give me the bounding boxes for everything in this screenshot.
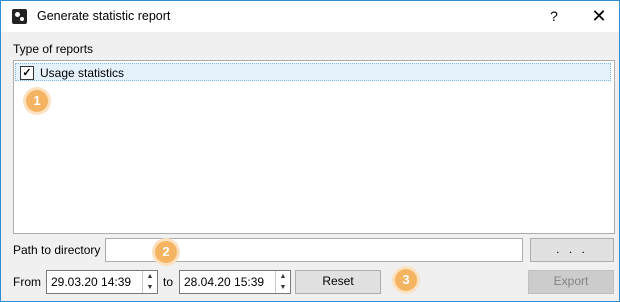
to-date-arrows: ▲ ▼ xyxy=(275,271,290,293)
to-date-up-icon[interactable]: ▲ xyxy=(276,271,290,282)
list-item-label: Usage statistics xyxy=(40,66,125,80)
to-date-value: 28.04.20 15:39 xyxy=(184,275,265,289)
from-date-up-icon[interactable]: ▲ xyxy=(143,271,157,282)
callout-badge-2: 2 xyxy=(155,241,177,263)
path-label: Path to directory xyxy=(13,243,101,257)
from-label: From xyxy=(13,275,41,289)
list-item-usage-statistics[interactable]: ✓ Usage statistics xyxy=(15,63,611,81)
to-label: to xyxy=(163,275,174,289)
from-date-arrows: ▲ ▼ xyxy=(142,271,157,293)
app-icon xyxy=(12,9,27,24)
export-button[interactable]: Export xyxy=(528,270,614,294)
callout-badge-1: 1 xyxy=(26,90,48,112)
help-button[interactable]: ? xyxy=(541,3,567,30)
close-button[interactable]: ✕ xyxy=(585,3,613,30)
report-type-label: Type of reports xyxy=(13,42,94,56)
browse-button[interactable]: . . . xyxy=(530,238,614,262)
title-bar[interactable]: Generate statistic report ? ✕ xyxy=(1,1,619,32)
dialog-window: Generate statistic report ? ✕ Type of re… xyxy=(0,0,620,302)
to-date-down-icon[interactable]: ▼ xyxy=(276,282,290,293)
from-date-spinbox[interactable]: 29.03.20 14:39 ▲ ▼ xyxy=(46,270,158,294)
usage-statistics-checkbox[interactable]: ✓ xyxy=(20,66,34,80)
reset-button[interactable]: Reset xyxy=(295,270,381,294)
from-date-value: 29.03.20 14:39 xyxy=(51,275,132,289)
to-date-spinbox[interactable]: 28.04.20 15:39 ▲ ▼ xyxy=(179,270,291,294)
callout-badge-3: 3 xyxy=(395,269,417,291)
window-title: Generate statistic report xyxy=(37,9,171,23)
report-type-list[interactable]: ✓ Usage statistics xyxy=(13,60,615,234)
from-date-down-icon[interactable]: ▼ xyxy=(143,282,157,293)
